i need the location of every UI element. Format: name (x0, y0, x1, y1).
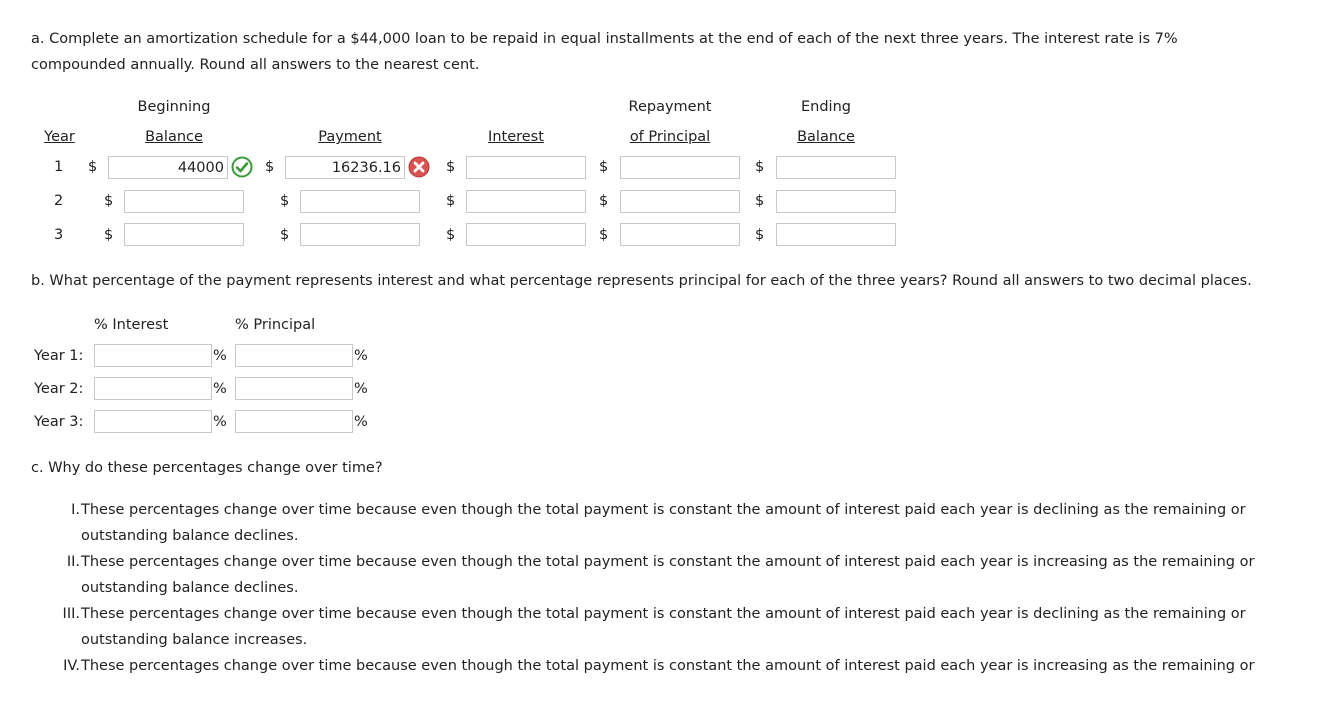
header-repayment-top: Repayment (628, 99, 712, 115)
year-label: Year 2: (34, 381, 84, 397)
percent-principal-input[interactable] (235, 377, 353, 400)
dollar-sign: $ (265, 159, 275, 175)
percent-interest-input[interactable] (94, 377, 212, 400)
interest-input[interactable] (466, 223, 586, 246)
header-payment: Payment (318, 129, 382, 145)
dollar-sign: $ (755, 193, 765, 209)
option-numeral: IV. (63, 658, 80, 674)
dollar-sign: $ (755, 159, 765, 175)
repayment-input[interactable] (620, 190, 740, 213)
ending-balance-input[interactable] (776, 156, 896, 179)
option-text-line1: These percentages change over time becau… (81, 606, 1246, 622)
percent-sign: % (354, 381, 368, 397)
ending-balance-input[interactable] (776, 223, 896, 246)
option-text-line2: outstanding balance declines. (81, 528, 299, 544)
beginning-balance-input[interactable] (124, 190, 244, 213)
year-label: Year 1: (34, 348, 84, 364)
percent-sign: % (354, 348, 368, 364)
option-numeral: III. (62, 606, 80, 622)
interest-input[interactable] (466, 156, 586, 179)
payment-input[interactable] (300, 223, 420, 246)
part-a-question-line1: a. Complete an amortization schedule for… (31, 31, 1178, 47)
dollar-sign: $ (599, 193, 609, 209)
year-label: Year 3: (34, 414, 84, 430)
row-year: 1 (54, 159, 64, 175)
beginning-balance-input[interactable] (124, 223, 244, 246)
option-text-line2: outstanding balance increases. (81, 632, 308, 648)
percent-interest-input[interactable] (94, 344, 212, 367)
dollar-sign: $ (446, 193, 456, 209)
header-beginning-balance: Balance (145, 129, 203, 145)
check-circle-icon (231, 156, 253, 178)
dollar-sign: $ (88, 159, 98, 175)
option-text-line1: These percentages change over time becau… (81, 554, 1255, 570)
option-text-line2: outstanding balance declines. (81, 580, 299, 596)
option-numeral: I. (71, 502, 80, 518)
option-text-line1: These percentages change over time becau… (81, 658, 1255, 674)
header-ending-balance: Balance (797, 129, 855, 145)
percent-interest-input[interactable] (94, 410, 212, 433)
percent-principal-input[interactable] (235, 344, 353, 367)
header-percent-principal: % Principal (235, 317, 316, 333)
dollar-sign: $ (599, 159, 609, 175)
part-c-question: c. Why do these percentages change over … (31, 460, 383, 476)
part-b-question: b. What percentage of the payment repres… (31, 273, 1252, 289)
header-percent-interest: % Interest (94, 317, 169, 333)
ending-balance-input[interactable] (776, 190, 896, 213)
header-repayment-of-principal: of Principal (629, 129, 711, 145)
repayment-input[interactable] (620, 156, 740, 179)
option-numeral: II. (66, 554, 80, 570)
header-ending-top: Ending (801, 99, 851, 115)
dollar-sign: $ (755, 227, 765, 243)
row-year: 3 (54, 227, 64, 243)
dollar-sign: $ (104, 193, 114, 209)
dollar-sign: $ (599, 227, 609, 243)
part-a-question-line2: compounded annually. Round all answers t… (31, 57, 480, 73)
percent-sign: % (213, 381, 227, 397)
part-a-question: a. Complete an amortization schedule for… (31, 26, 1178, 78)
dollar-sign: $ (104, 227, 114, 243)
percent-sign: % (213, 414, 227, 430)
header-beginning-top: Beginning (137, 99, 211, 115)
dollar-sign: $ (280, 193, 290, 209)
percent-sign: % (354, 414, 368, 430)
x-circle-icon (408, 156, 430, 178)
dollar-sign: $ (446, 227, 456, 243)
repayment-input[interactable] (620, 223, 740, 246)
percent-sign: % (213, 348, 227, 364)
payment-input[interactable] (300, 190, 420, 213)
row-year: 2 (54, 193, 64, 209)
option-text-line1: These percentages change over time becau… (81, 502, 1246, 518)
header-year: Year (44, 129, 75, 145)
dollar-sign: $ (280, 227, 290, 243)
payment-input[interactable] (285, 156, 405, 179)
dollar-sign: $ (446, 159, 456, 175)
percent-principal-input[interactable] (235, 410, 353, 433)
interest-input[interactable] (466, 190, 586, 213)
beginning-balance-input[interactable] (108, 156, 228, 179)
header-interest: Interest (488, 129, 544, 145)
